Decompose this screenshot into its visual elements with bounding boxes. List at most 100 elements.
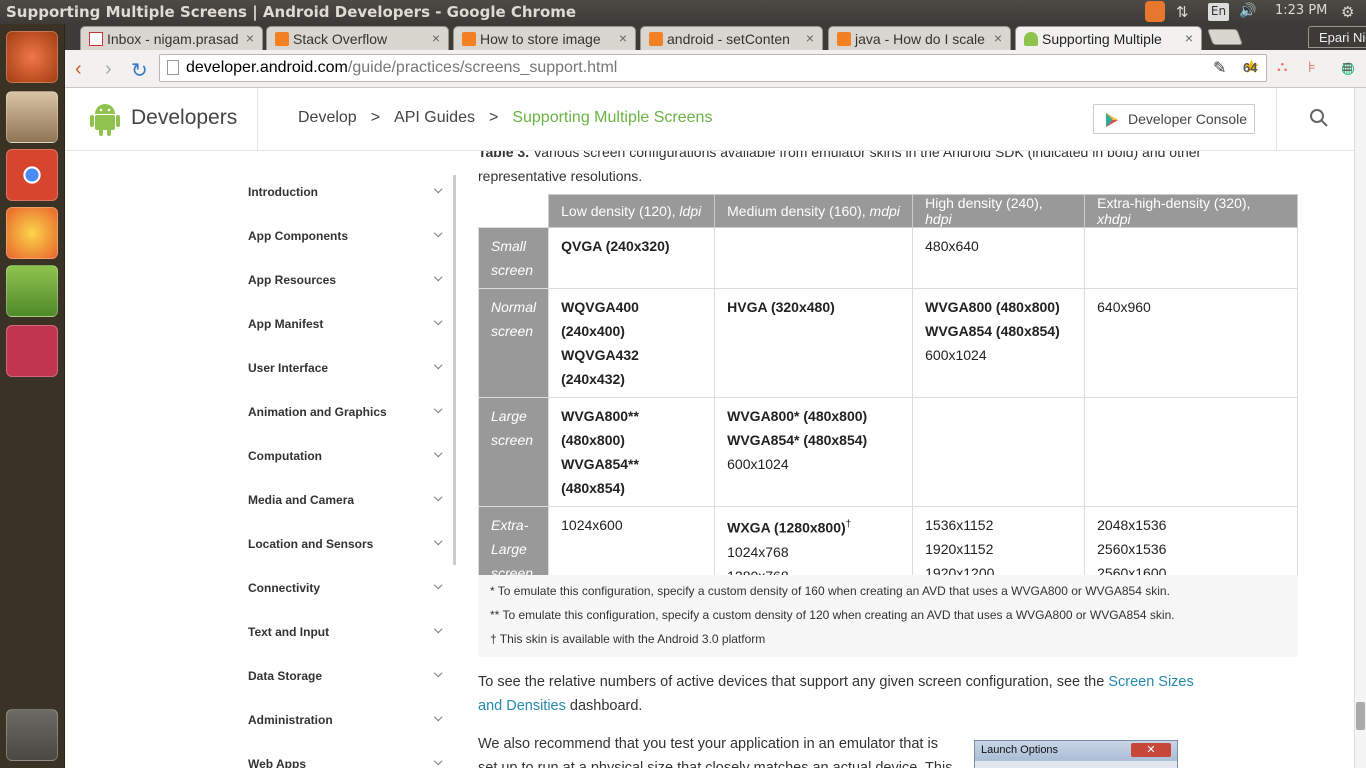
chevron-down-icon[interactable]: ⌵ (434, 580, 442, 593)
cell-line: WXGA (1280x800)† (727, 513, 900, 540)
close-icon[interactable]: × (1185, 30, 1193, 46)
nav-scrollbar[interactable] (453, 175, 456, 565)
reload-icon[interactable]: ↻ (131, 58, 148, 83)
nav-item-connectivity[interactable]: Connectivity ⌵ (248, 580, 448, 595)
new-tab-button[interactable] (1207, 29, 1243, 45)
header-divider (1276, 88, 1277, 151)
close-icon[interactable]: × (246, 30, 254, 46)
header-text: Low density (120), (561, 203, 680, 219)
chrome-menu-icon[interactable]: ≡ (1342, 57, 1353, 78)
android-studio-icon[interactable] (6, 265, 58, 317)
chevron-down-icon[interactable]: ⌵ (434, 404, 442, 417)
screen-config-table: Low density (120), ldpi Medium density (… (477, 194, 1298, 595)
tab-supporting-screens[interactable]: Supporting Multiple × (1015, 26, 1202, 50)
nav-item-user-interface[interactable]: User Interface ⌵ (248, 360, 448, 375)
breadcrumb-develop[interactable]: Develop (298, 109, 357, 126)
nav-label: App Manifest (248, 317, 324, 331)
address-bar[interactable]: developer.android.com/guide/practices/sc… (159, 54, 1267, 82)
caption-line2: representative resolutions. (478, 168, 643, 184)
chevron-down-icon[interactable]: ⌵ (434, 624, 442, 637)
header-text: High density (240), (925, 195, 1043, 211)
nav-item-app-resources[interactable]: App Resources ⌵ (248, 272, 448, 287)
chevron-down-icon[interactable]: ⌵ (434, 360, 442, 373)
close-icon[interactable]: × (994, 30, 1002, 46)
cell-text: QVGA (240x320) (561, 238, 670, 254)
nav-item-text-input[interactable]: Text and Input ⌵ (248, 624, 448, 639)
paragraph: We also recommend that you test your app… (478, 736, 953, 768)
nav-item-animation-graphics[interactable]: Animation and Graphics ⌵ (248, 404, 448, 419)
chevron-down-icon[interactable]: ⌵ (434, 756, 442, 768)
flickr-icon[interactable] (6, 325, 58, 377)
chevron-down-icon[interactable]: ⌵ (434, 448, 442, 461)
tab-setcontent[interactable]: android - setConten × (640, 26, 823, 50)
nav-item-computation[interactable]: Computation ⌵ (248, 448, 448, 463)
tab-store-image[interactable]: How to store image × (453, 26, 636, 50)
extension-icon[interactable]: ⊧ (1308, 58, 1316, 76)
nav-item-introduction[interactable]: Introduction ⌵ (248, 184, 448, 199)
nav-item-location-sensors[interactable]: Location and Sensors ⌵ (248, 536, 448, 551)
cell-line: 1024x768 (727, 540, 900, 564)
clock[interactable]: 1:23 PM (1275, 3, 1327, 21)
chevron-down-icon[interactable]: ⌵ (434, 536, 442, 549)
table-cell: 480x640 (912, 227, 1086, 289)
chevron-down-icon[interactable]: ⌵ (434, 316, 442, 329)
extension-badge[interactable]: 64 (1243, 60, 1257, 75)
header-em: hdpi (925, 211, 952, 227)
chevron-down-icon[interactable]: ⌵ (434, 228, 442, 241)
chrome-icon[interactable] (6, 149, 58, 201)
nav-item-web-apps[interactable]: Web Apps ⌵ (248, 756, 448, 768)
nav-label: Connectivity (248, 581, 321, 595)
files-icon[interactable] (6, 91, 58, 143)
tab-inbox[interactable]: Inbox - nigam.prasad × (80, 26, 263, 50)
nav-item-app-manifest[interactable]: App Manifest ⌵ (248, 316, 448, 331)
close-icon[interactable]: × (619, 30, 627, 46)
nav-item-media-camera[interactable]: Media and Camera ⌵ (248, 492, 448, 507)
developer-console-button[interactable]: Developer Console (1093, 104, 1255, 134)
tab-label: Stack Overflow (293, 31, 388, 47)
extension-icon[interactable]: ⛬ (1277, 58, 1288, 75)
nav-item-administration[interactable]: Administration ⌵ (248, 712, 448, 727)
brand-name[interactable]: Developers (131, 106, 237, 130)
nav-item-data-storage[interactable]: Data Storage ⌵ (248, 668, 448, 683)
firefox-icon[interactable] (6, 207, 58, 259)
note-line: † This skin is available with the Androi… (490, 632, 766, 646)
close-icon[interactable]: × (432, 30, 440, 46)
breadcrumb-api-guides[interactable]: API Guides (394, 109, 475, 126)
tab-label: java - How do I scale (855, 31, 985, 47)
chevron-down-icon[interactable]: ⌵ (434, 668, 442, 681)
back-icon[interactable]: ‹ (75, 58, 82, 81)
page-scrollbar[interactable] (1354, 88, 1366, 768)
eyedropper-extension-icon[interactable]: ✎ (1213, 58, 1226, 78)
firefox-indicator-icon[interactable] (1145, 1, 1165, 22)
cell-text: WVGA800 (480x800) (925, 299, 1060, 315)
volume-icon[interactable]: 🔊 (1239, 3, 1256, 21)
cell-line: (240x400) (561, 319, 702, 343)
chevron-down-icon[interactable]: ⌵ (434, 492, 442, 505)
scrollbar-thumb[interactable] (1356, 702, 1365, 730)
nav-label: Computation (248, 449, 322, 463)
network-icon[interactable]: ⇅ (1176, 3, 1189, 21)
nav-item-app-components[interactable]: App Components ⌵ (248, 228, 448, 243)
search-icon[interactable] (1309, 108, 1329, 128)
trash-icon[interactable] (6, 709, 58, 761)
chevron-down-icon[interactable]: ⌵ (434, 712, 442, 725)
cell-text: 1024x768 (727, 543, 789, 560)
forward-icon[interactable]: › (105, 58, 112, 81)
keyboard-indicator[interactable]: En (1208, 3, 1229, 21)
profile-button[interactable]: Epari Nigam Pr... (1308, 26, 1366, 48)
tab-stackoverflow[interactable]: Stack Overflow × (266, 26, 449, 50)
close-icon[interactable]: × (806, 30, 814, 46)
breadcrumb-current[interactable]: Supporting Multiple Screens (512, 109, 712, 126)
table-cell: WQVGA400 (240x400) WQVGA432 (240x432) (548, 288, 716, 398)
nav-label: Introduction (248, 185, 318, 199)
breadcrumb: Develop > API Guides > Supporting Multiple S… (298, 109, 712, 127)
cell-text: 1024x600 (561, 517, 623, 533)
dialog-title: Launch Options (981, 744, 1059, 756)
settings-gear-icon[interactable]: ⚙ (1341, 3, 1354, 21)
table-cell: QVGA (240x320) (548, 227, 716, 289)
ubuntu-dash-icon[interactable] (6, 31, 58, 83)
cell-line: 1024x600 (561, 513, 702, 537)
chevron-down-icon[interactable]: ⌵ (434, 272, 442, 285)
chevron-down-icon[interactable]: ⌵ (434, 184, 442, 197)
tab-java-scale[interactable]: java - How do I scale × (828, 26, 1011, 50)
